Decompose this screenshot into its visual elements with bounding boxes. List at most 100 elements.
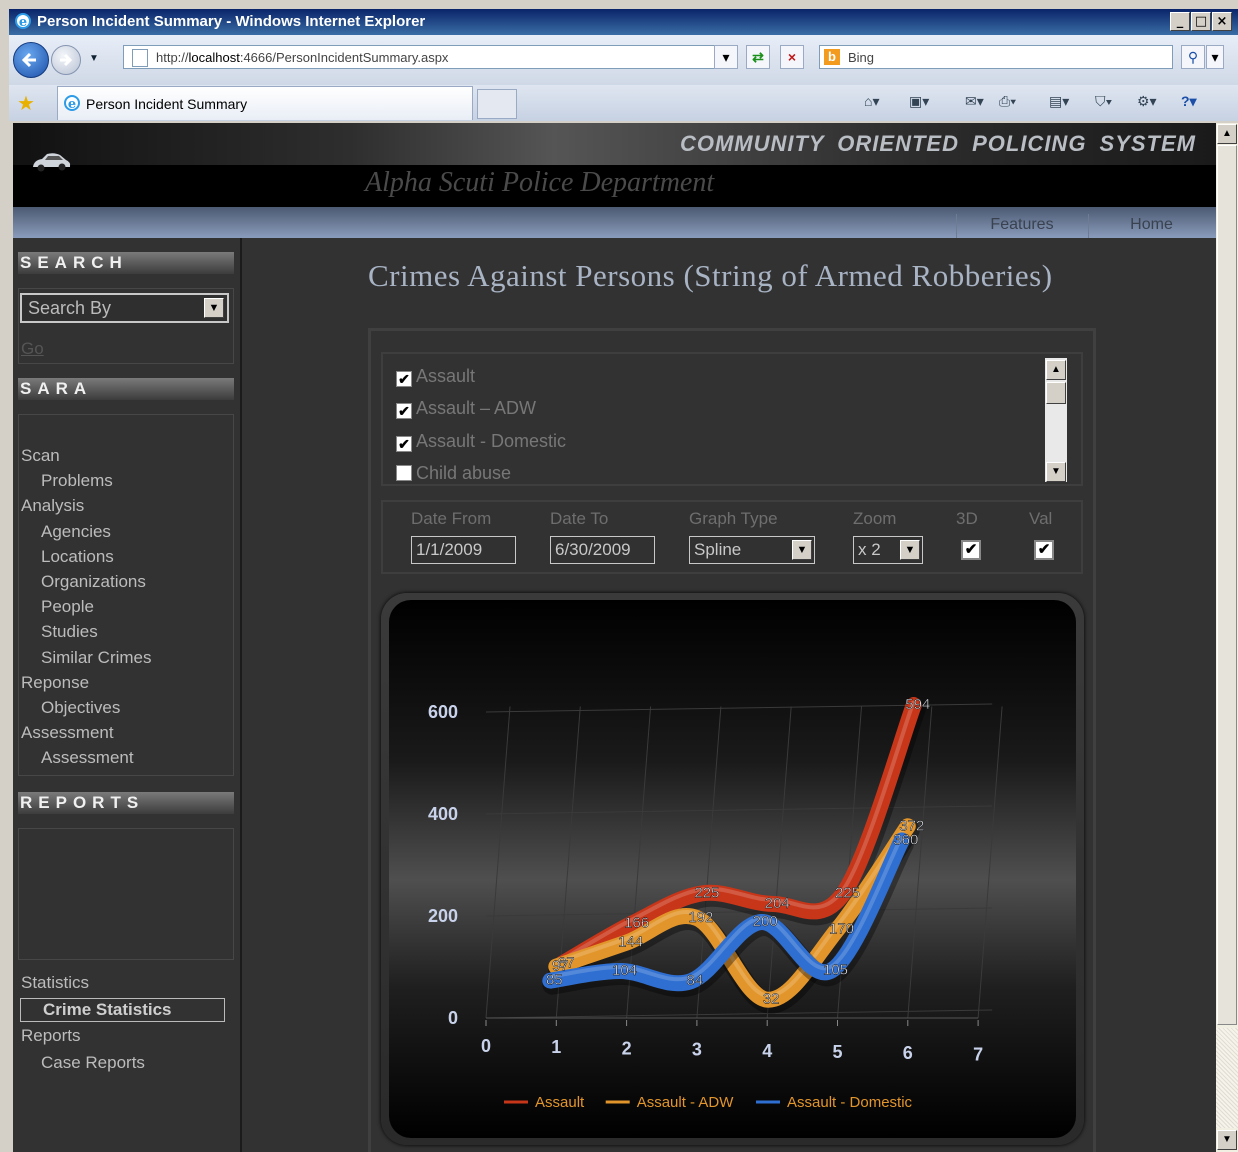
scroll-up-icon[interactable]: ▲ [1217, 124, 1237, 144]
x-tick-label: 6 [903, 1043, 913, 1063]
forward-button[interactable] [51, 45, 81, 75]
scroll-down-icon[interactable]: ▼ [1046, 462, 1066, 482]
category-checkbox[interactable] [396, 464, 412, 481]
category-list: ✔ Assault ✔ Assault – ADW ✔ Assault - Domesti… [381, 352, 1083, 486]
tools-gear-icon[interactable]: ⚙▾ [1137, 93, 1157, 110]
page-scroll-thumb[interactable] [1217, 145, 1237, 1025]
y-tick-label: 400 [428, 804, 458, 824]
nav-item[interactable]: Reports [21, 1026, 81, 1046]
nav-item[interactable]: Crime Statistics [20, 997, 225, 1022]
refresh-icon[interactable]: ⇄ [746, 45, 770, 69]
scroll-down-icon[interactable]: ▼ [1217, 1130, 1237, 1150]
category-item[interactable]: Child abuse [396, 463, 511, 484]
feeds-icon[interactable]: ▣▾ [909, 93, 929, 110]
x-tick-label: 2 [622, 1038, 632, 1058]
new-tab-button[interactable] [477, 89, 517, 119]
help-icon[interactable]: ?▾ [1181, 93, 1197, 110]
page-scrollbar[interactable]: ▲ ▼ [1216, 123, 1238, 1152]
menu-home[interactable]: Home [1088, 214, 1214, 238]
address-url: http://localhost:4666/PersonIncidentSumm… [156, 50, 449, 65]
search-icon[interactable]: ⚲ [1181, 45, 1205, 69]
x-tick-label: 3 [692, 1040, 702, 1060]
back-button[interactable] [13, 42, 49, 78]
back-arrow-icon [21, 52, 36, 68]
nav-item[interactable]: Statistics [21, 973, 89, 993]
search-box[interactable]: b Bing [819, 45, 1173, 69]
maximize-button[interactable]: □ [1191, 12, 1211, 31]
graph-type-select[interactable]: Spline ▼ [689, 536, 815, 564]
home-icon[interactable]: ⌂▾ [864, 93, 879, 110]
page-menu-icon[interactable]: ▤▾ [1049, 93, 1069, 110]
data-label: 105 [823, 961, 848, 978]
search-section-header: SEARCH [18, 252, 234, 274]
close-window-button[interactable]: × [1212, 12, 1232, 31]
filter-panel: Date From 1/1/2009 Date To 6/30/2009 Gra… [381, 500, 1083, 574]
window-title: Person Incident Summary - Windows Intern… [37, 13, 426, 30]
category-checkbox[interactable]: ✔ [396, 435, 412, 452]
data-label: 144 [618, 934, 643, 951]
favorites-star-icon[interactable]: ★ [17, 91, 35, 116]
sidebar: SEARCH Search By ▼ Go SARA Scan Problems A… [13, 238, 242, 1152]
search-by-select[interactable]: Search By ▼ [20, 293, 229, 323]
grid-line [977, 706, 1003, 1019]
chart-frame: 0 200 400 600 0 1 2 3 4 5 6 7 87 166 225 204 225 594 97 144… [381, 593, 1084, 1145]
nav-item[interactable]: People [41, 597, 94, 617]
nav-item[interactable]: Organizations [41, 572, 146, 592]
grid-line [485, 706, 511, 1019]
category-item[interactable]: ✔ Assault – ADW [396, 398, 536, 420]
nav-item[interactable]: Problems [41, 471, 113, 491]
category-checkbox[interactable]: ✔ [396, 371, 412, 387]
date-from-input[interactable]: 1/1/2009 [411, 536, 516, 564]
nav-item[interactable]: Agencies [41, 522, 111, 542]
nav-item[interactable]: Case Reports [41, 1053, 145, 1073]
three-d-checkbox[interactable]: ✔ [961, 540, 981, 560]
scroll-up-icon[interactable]: ▲ [1046, 360, 1066, 380]
go-link[interactable]: Go [21, 339, 44, 359]
nav-item[interactable]: Locations [41, 547, 114, 567]
val-label: Val [1029, 509, 1053, 528]
date-from-label: Date From [411, 509, 492, 528]
date-to-label: Date To [550, 509, 609, 528]
val-checkbox[interactable]: ✔ [1034, 540, 1054, 560]
nav-item[interactable]: Objectives [41, 698, 120, 718]
data-label: 225 [835, 884, 860, 901]
search-options-button[interactable]: ▾ [1206, 45, 1224, 69]
nav-item[interactable]: Analysis [21, 496, 84, 516]
zoom-select[interactable]: x 2 ▼ [853, 536, 923, 564]
search-placeholder: Bing [848, 50, 875, 65]
category-item[interactable]: ✔ Assault - Domestic [396, 431, 566, 452]
data-label: 192 [688, 909, 713, 926]
category-label: Child abuse [416, 462, 512, 483]
menu-features[interactable]: Features [956, 214, 1087, 238]
data-label: 170 [829, 920, 854, 937]
x-tick-label: 0 [481, 1036, 491, 1056]
print-icon[interactable]: ⎙▾ [999, 93, 1016, 110]
address-dropdown-button[interactable]: ▾ [714, 45, 738, 69]
nav-item[interactable]: Similar Crimes [41, 648, 152, 668]
recent-pages-dropdown-icon[interactable]: ▼ [89, 53, 99, 64]
y-tick-label: 600 [428, 702, 458, 722]
nav-item[interactable]: Assessment [21, 723, 114, 743]
category-item[interactable]: ✔ Assault [396, 366, 475, 387]
tab-person-incident-summary[interactable]: e Person Incident Summary [57, 86, 473, 120]
graph-type-label: Graph Type [689, 509, 778, 528]
nav-item[interactable]: Reponse [21, 673, 89, 693]
bing-icon: b [824, 49, 840, 65]
mail-icon[interactable]: ✉▾ [965, 93, 984, 110]
category-scrollbar[interactable]: ▲ ▼ [1045, 358, 1067, 482]
stop-icon[interactable]: × [780, 45, 804, 69]
minimize-button[interactable]: _ [1170, 12, 1190, 31]
category-checkbox[interactable]: ✔ [396, 403, 412, 420]
grid-line [766, 706, 792, 1019]
nav-item[interactable]: Scan [21, 446, 60, 466]
date-to-input[interactable]: 6/30/2009 [550, 536, 655, 564]
category-label: Assault - Domestic [416, 430, 567, 451]
safety-icon[interactable]: ⛉▾ [1095, 93, 1112, 110]
address-bar[interactable]: http://localhost:4666/PersonIncidentSumm… [123, 45, 719, 69]
category-scroll-thumb[interactable] [1046, 382, 1066, 404]
nav-item[interactable]: Assessment [41, 748, 134, 768]
nav-item[interactable]: Studies [41, 622, 98, 642]
data-label: 360 [893, 831, 918, 848]
reports-section [18, 828, 234, 960]
legend-label: Assault - ADW [637, 1094, 735, 1111]
